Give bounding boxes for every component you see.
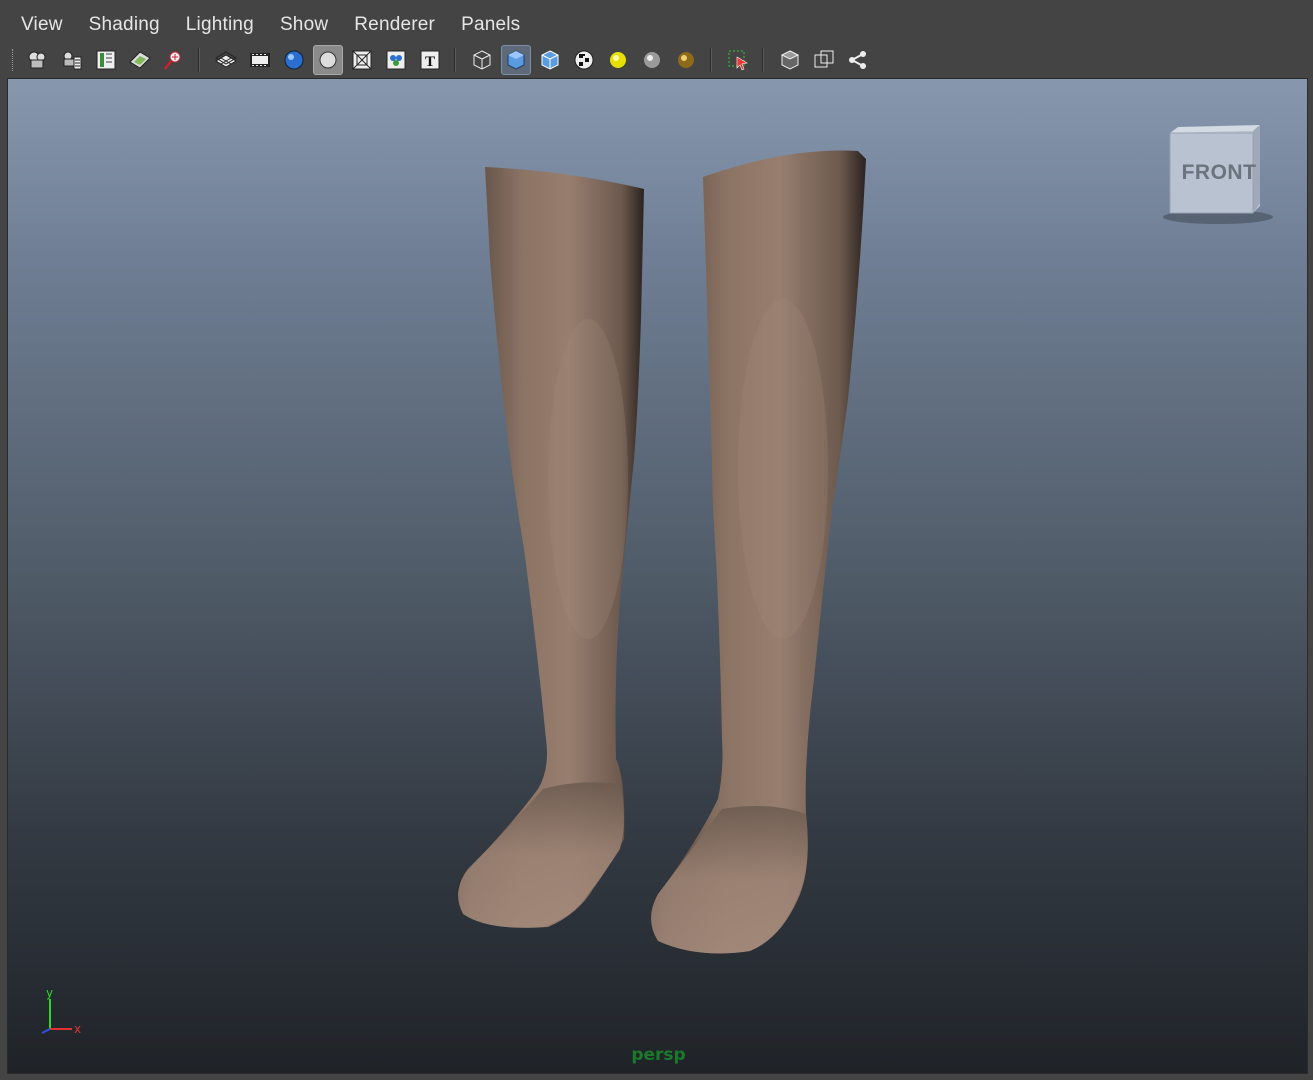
safe-action-icon[interactable] (381, 45, 411, 75)
field-chart-icon[interactable] (347, 45, 377, 75)
textured-icon[interactable] (569, 45, 599, 75)
menu-view[interactable]: View (0, 8, 76, 42)
grid-icon[interactable] (211, 45, 241, 75)
toolbar-separator (710, 48, 714, 72)
axis-x-label: x (74, 1022, 81, 1036)
isolate-select-icon[interactable] (723, 45, 753, 75)
viewcube-face-label: FRONT (1181, 161, 1257, 184)
xray-joints-icon[interactable] (809, 45, 839, 75)
xray-icon[interactable] (775, 45, 805, 75)
camera-attributes-icon[interactable] (57, 45, 87, 75)
use-all-lights-icon[interactable] (603, 45, 633, 75)
toolbar-separator (454, 48, 458, 72)
menu-renderer[interactable]: Renderer (341, 8, 448, 42)
axis-indicator: y x (41, 987, 81, 1036)
panel-toolbar: T (0, 42, 1313, 78)
maya-viewport-panel: View Shading Lighting Show Renderer Pane… (0, 0, 1313, 1080)
menu-lighting[interactable]: Lighting (173, 8, 267, 42)
wireframe-on-shaded-icon[interactable] (535, 45, 565, 75)
bookmarks-icon[interactable] (91, 45, 121, 75)
axis-y-label: y (46, 987, 53, 1000)
select-camera-icon[interactable] (23, 45, 53, 75)
svg-text:T: T (425, 54, 435, 70)
smooth-shade-all-icon[interactable] (501, 45, 531, 75)
menu-panels[interactable]: Panels (448, 8, 533, 42)
camera-name-label: persp (631, 1045, 686, 1065)
menu-show[interactable]: Show (267, 8, 341, 42)
3d-viewport[interactable]: FRONT y x persp (7, 78, 1308, 1074)
resolution-gate-icon[interactable] (279, 45, 309, 75)
toolbar-grip[interactable] (12, 49, 16, 71)
gate-mask-icon[interactable] (313, 45, 343, 75)
image-plane-icon[interactable] (125, 45, 155, 75)
shadows-icon[interactable] (637, 45, 667, 75)
film-gate-icon[interactable] (245, 45, 275, 75)
panel-menu-bar: View Shading Lighting Show Renderer Pane… (0, 8, 1313, 42)
wireframe-icon[interactable] (467, 45, 497, 75)
menu-shading[interactable]: Shading (76, 8, 173, 42)
2d-pan-zoom-icon[interactable] (159, 45, 189, 75)
xray-components-icon[interactable] (843, 45, 873, 75)
toolbar-separator (198, 48, 202, 72)
toolbar-separator (762, 48, 766, 72)
ambient-occlusion-icon[interactable] (671, 45, 701, 75)
leg-model[interactable] (8, 79, 1308, 1074)
safe-title-icon[interactable]: T (415, 45, 445, 75)
